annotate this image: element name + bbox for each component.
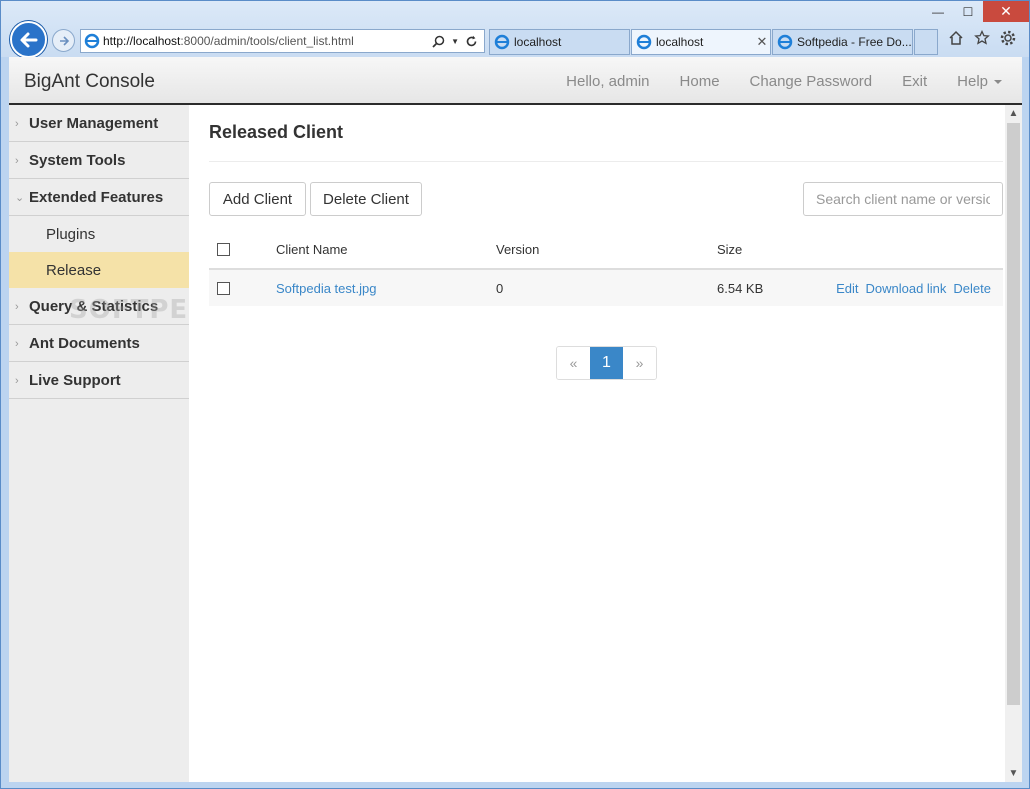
ie-icon xyxy=(81,30,103,52)
row-checkbox[interactable] xyxy=(217,281,230,295)
new-tab-button[interactable] xyxy=(914,29,938,55)
home-icon[interactable] xyxy=(947,29,965,47)
tab-label: Softpedia - Free Do... xyxy=(797,35,912,49)
client-version: 0 xyxy=(496,280,504,296)
search-input[interactable] xyxy=(803,182,1003,216)
nav-home[interactable]: Home xyxy=(680,73,720,90)
scrollbar-thumb[interactable] xyxy=(1007,123,1020,705)
tab-softpedia[interactable]: Softpedia - Free Do... xyxy=(772,29,913,55)
url-host: http://localhost xyxy=(103,34,181,48)
select-all-checkbox[interactable] xyxy=(217,242,230,256)
sidebar-item-live-support[interactable]: › Live Support xyxy=(9,362,189,399)
forward-button[interactable] xyxy=(52,29,75,52)
gear-icon[interactable] xyxy=(999,29,1017,47)
back-button[interactable] xyxy=(10,21,47,58)
chevron-right-icon: › xyxy=(15,300,19,313)
nav-exit[interactable]: Exit xyxy=(902,73,927,90)
nav-help[interactable]: Help xyxy=(957,73,1002,90)
arrow-right-icon xyxy=(59,35,69,46)
sidebar-item-ant-documents[interactable]: › Ant Documents xyxy=(9,325,189,362)
sidebar-item-label: Ant Documents xyxy=(29,334,140,352)
download-link[interactable]: Download link xyxy=(865,281,946,296)
browser-window: — ☐ ✕ http://localhost:8000/admin/tools/… xyxy=(0,0,1030,789)
chevron-down-icon: ⌄ xyxy=(15,192,25,204)
url-path: :8000/admin/tools/client_list.html xyxy=(180,34,354,48)
address-bar[interactable]: http://localhost:8000/admin/tools/client… xyxy=(80,29,485,53)
url-text[interactable]: http://localhost:8000/admin/tools/client… xyxy=(103,34,432,48)
select-all-cell xyxy=(217,230,230,268)
add-client-button[interactable]: Add Client xyxy=(209,182,306,216)
scroll-down-icon[interactable]: ▼ xyxy=(1005,765,1022,782)
tab-localhost-2[interactable]: localhost ✕ xyxy=(631,29,771,55)
star-icon[interactable] xyxy=(973,29,991,47)
sidebar-item-label: System Tools xyxy=(29,151,126,169)
refresh-icon[interactable] xyxy=(465,35,478,48)
sidebar: › User Management › System Tools ⌄ Exten… xyxy=(9,105,242,782)
sidebar-subitem-release[interactable]: Release xyxy=(9,252,189,288)
sidebar-subitem-label: Release xyxy=(46,261,102,279)
page-viewport: BigAnt Console Hello, admin Home Change … xyxy=(9,57,1022,782)
tab-localhost-1[interactable]: localhost xyxy=(489,29,630,55)
title-divider xyxy=(209,161,1003,162)
sidebar-item-system-tools[interactable]: › System Tools xyxy=(9,142,189,179)
chevron-right-icon: › xyxy=(15,374,19,387)
pagination: « 1 » xyxy=(556,346,657,380)
sidebar-item-label: User Management xyxy=(29,114,159,132)
window-controls: — ☐ ✕ xyxy=(923,1,1029,23)
ie-icon xyxy=(494,34,510,50)
sidebar-item-label: Live Support xyxy=(29,371,121,389)
caret-down-icon xyxy=(994,79,1002,84)
sidebar-item-extended-features[interactable]: ⌄ Extended Features xyxy=(9,179,189,216)
delete-client-button[interactable]: Delete Client xyxy=(310,182,422,216)
arrow-left-icon xyxy=(20,32,37,47)
scroll-up-icon[interactable]: ▲ xyxy=(1005,105,1022,122)
sidebar-subitem-plugins[interactable]: Plugins xyxy=(9,216,189,252)
tab-label: localhost xyxy=(656,35,704,49)
nav-greeting: Hello, admin xyxy=(566,72,650,90)
pagination-page-1[interactable]: 1 xyxy=(590,347,623,379)
pagination-next[interactable]: » xyxy=(623,347,656,379)
column-header-client-name: Client Name xyxy=(276,241,348,257)
top-nav: Hello, admin Home Change Password Exit H… xyxy=(536,57,1002,105)
row-select-cell xyxy=(217,270,230,306)
table-row: Softpedia test.jpg 0 6.54 KB Edit Downlo… xyxy=(209,270,1003,306)
row-actions: Edit Download link Delete xyxy=(829,270,991,306)
main-content: Released Client Add Client Delete Client… xyxy=(189,105,1005,782)
delete-link[interactable]: Delete xyxy=(953,281,991,296)
client-table: Client Name Version Size Softpedia test.… xyxy=(209,230,1003,306)
pagination-prev[interactable]: « xyxy=(557,347,590,379)
chevron-right-icon: › xyxy=(15,337,19,350)
ie-icon xyxy=(636,34,652,50)
nav-help-label: Help xyxy=(957,72,988,90)
client-size: 6.54 KB xyxy=(717,280,764,296)
table-header: Client Name Version Size xyxy=(209,230,1003,270)
browser-titlebar: — ☐ ✕ http://localhost:8000/admin/tools/… xyxy=(1,1,1029,58)
chevron-right-icon: › xyxy=(15,117,19,130)
minimize-button[interactable]: — xyxy=(923,1,953,22)
sidebar-subitem-label: Plugins xyxy=(46,225,96,243)
column-header-size: Size xyxy=(717,241,743,257)
maximize-button[interactable]: ☐ xyxy=(953,1,983,22)
app-header: BigAnt Console Hello, admin Home Change … xyxy=(9,57,1022,105)
nav-change-password[interactable]: Change Password xyxy=(750,73,873,90)
address-tools: ▼ xyxy=(432,35,484,48)
browser-toolbar-icons xyxy=(947,29,1017,47)
vertical-scrollbar[interactable]: ▲ ▼ xyxy=(1005,105,1022,782)
column-header-version: Version xyxy=(496,241,540,257)
ie-icon xyxy=(777,34,793,50)
sidebar-item-label: Extended Features xyxy=(29,188,164,206)
edit-link[interactable]: Edit xyxy=(836,281,858,296)
search-icon[interactable] xyxy=(432,35,445,48)
chevron-right-icon: › xyxy=(15,154,19,167)
brand-title[interactable]: BigAnt Console xyxy=(24,71,155,93)
tab-label: localhost xyxy=(514,35,562,49)
client-name-link[interactable]: Softpedia test.jpg xyxy=(276,270,376,306)
sidebar-item-user-management[interactable]: › User Management xyxy=(9,105,189,142)
dropdown-icon[interactable]: ▼ xyxy=(451,37,459,46)
tab-close-icon[interactable]: ✕ xyxy=(754,34,770,50)
page-title: Released Client xyxy=(209,122,344,142)
close-button[interactable]: ✕ xyxy=(983,1,1029,22)
